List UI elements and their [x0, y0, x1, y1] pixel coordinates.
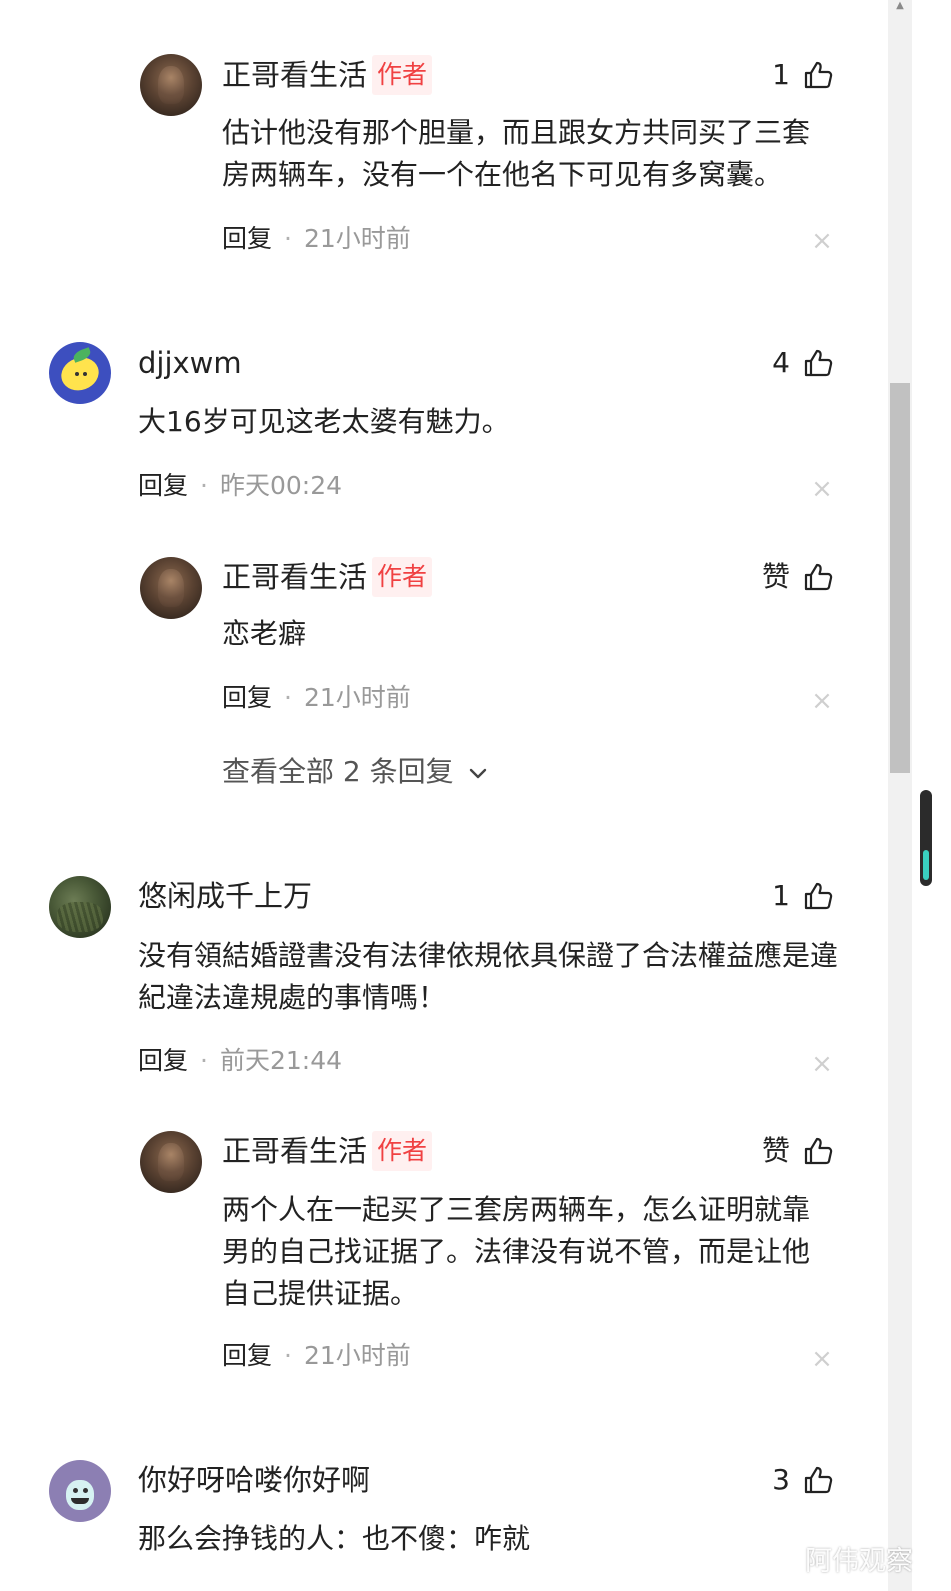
expand-replies-label: 查看全部 2 条回复: [222, 755, 454, 788]
close-icon[interactable]: ×: [811, 688, 833, 714]
scroll-up-arrow-icon[interactable]: ▲: [894, 0, 906, 12]
separator-dot: ·: [200, 1046, 208, 1075]
comment-meta: 回复 · 21小时前: [222, 1338, 411, 1374]
timestamp: 前天21:44: [219, 1046, 343, 1075]
close-icon[interactable]: ×: [811, 476, 833, 502]
like-count[interactable]: 1: [772, 876, 790, 916]
eye-shape: [73, 1488, 78, 1493]
close-icon[interactable]: ×: [811, 1051, 833, 1077]
commenter-name[interactable]: 悠闲成千上万: [138, 876, 312, 916]
like-count[interactable]: 4: [772, 343, 790, 383]
chevron-down-icon: [469, 768, 486, 779]
scrollbar-thumb[interactable]: [890, 383, 910, 773]
like-count[interactable]: 1: [772, 55, 790, 95]
avatar[interactable]: [49, 342, 111, 404]
reply-button[interactable]: 回复: [222, 1341, 272, 1370]
timestamp: 昨天00:24: [219, 471, 343, 500]
comment-text: 恋老癖: [222, 617, 307, 650]
commenter-name[interactable]: djjxwm: [138, 343, 242, 383]
avatar[interactable]: [49, 1460, 111, 1522]
thumbs-up-icon[interactable]: [802, 561, 834, 593]
like-label[interactable]: 赞: [762, 557, 790, 597]
comment-list: 正哥看生活 作者 1 估计他没有那个胆量，而且跟女方共同买了三套房两辆车，没有一…: [0, 0, 890, 1591]
timestamp: 21小时前: [303, 1341, 411, 1370]
watermark: 阿伟观察: [805, 1546, 913, 1577]
eye-shape: [83, 1488, 88, 1493]
thumbs-up-icon[interactable]: [802, 347, 834, 379]
author-badge: 作者: [372, 55, 433, 95]
reply-button[interactable]: 回复: [138, 471, 188, 500]
timestamp: 21小时前: [303, 224, 411, 253]
author-badge: 作者: [372, 1131, 433, 1171]
comment-meta: 回复 · 前天21:44: [138, 1043, 342, 1079]
thumbs-up-icon[interactable]: [802, 59, 834, 91]
thumbs-up-icon[interactable]: [802, 1135, 834, 1167]
close-icon[interactable]: ×: [811, 228, 833, 254]
comment-text: 那么会挣钱的人：也不傻：咋就: [138, 1522, 531, 1555]
avatar[interactable]: [140, 54, 202, 116]
comment-meta: 回复 · 21小时前: [222, 680, 411, 716]
comment-text: 估计他没有那个胆量，而且跟女方共同买了三套房两辆车，没有一个在他名下可见有多窝囊…: [222, 116, 811, 191]
commenter-name[interactable]: 正哥看生活: [222, 557, 367, 597]
commenter-name[interactable]: 正哥看生活: [222, 1131, 367, 1171]
separator-dot: ·: [284, 683, 292, 712]
reply-button[interactable]: 回复: [222, 224, 272, 253]
avatar[interactable]: [49, 876, 111, 938]
commenter-name[interactable]: 你好呀哈喽你好啊: [138, 1460, 370, 1500]
comment-text: 没有領結婚證書没有法律依規依具保證了合法權益應是違紀違法違規處的事情嗎！: [138, 939, 839, 1014]
comment-meta: 回复 · 昨天00:24: [138, 468, 342, 504]
eye-shape: [83, 372, 87, 376]
expand-replies-button[interactable]: 查看全部 2 条回复: [222, 752, 489, 792]
vertical-scrollbar[interactable]: ▲: [888, 0, 912, 1591]
thumbs-up-icon[interactable]: [802, 1464, 834, 1496]
thumbs-up-icon[interactable]: [802, 880, 834, 912]
comment-meta: 回复 · 21小时前: [222, 221, 411, 257]
reply-button[interactable]: 回复: [222, 683, 272, 712]
separator-dot: ·: [284, 224, 292, 253]
author-badge: 作者: [372, 557, 433, 597]
comment-text: 两个人在一起买了三套房两辆车，怎么证明就靠男的自己找证据了。法律没有说不管，而是…: [222, 1193, 811, 1310]
separator-dot: ·: [200, 471, 208, 500]
commenter-name[interactable]: 正哥看生活: [222, 55, 367, 95]
comment-text: 大16岁可见这老太婆有魅力。: [138, 405, 510, 438]
like-label[interactable]: 赞: [762, 1131, 790, 1171]
progress-scroll-indicator[interactable]: [920, 790, 932, 886]
avatar[interactable]: [140, 1131, 202, 1193]
eye-shape: [75, 372, 79, 376]
progress-scroll-fill: [923, 850, 929, 880]
avatar[interactable]: [140, 557, 202, 619]
timestamp: 21小时前: [303, 683, 411, 712]
like-count[interactable]: 3: [772, 1460, 790, 1500]
monster-shape: [66, 1480, 94, 1510]
reply-button[interactable]: 回复: [138, 1046, 188, 1075]
separator-dot: ·: [284, 1341, 292, 1370]
close-icon[interactable]: ×: [811, 1346, 833, 1372]
